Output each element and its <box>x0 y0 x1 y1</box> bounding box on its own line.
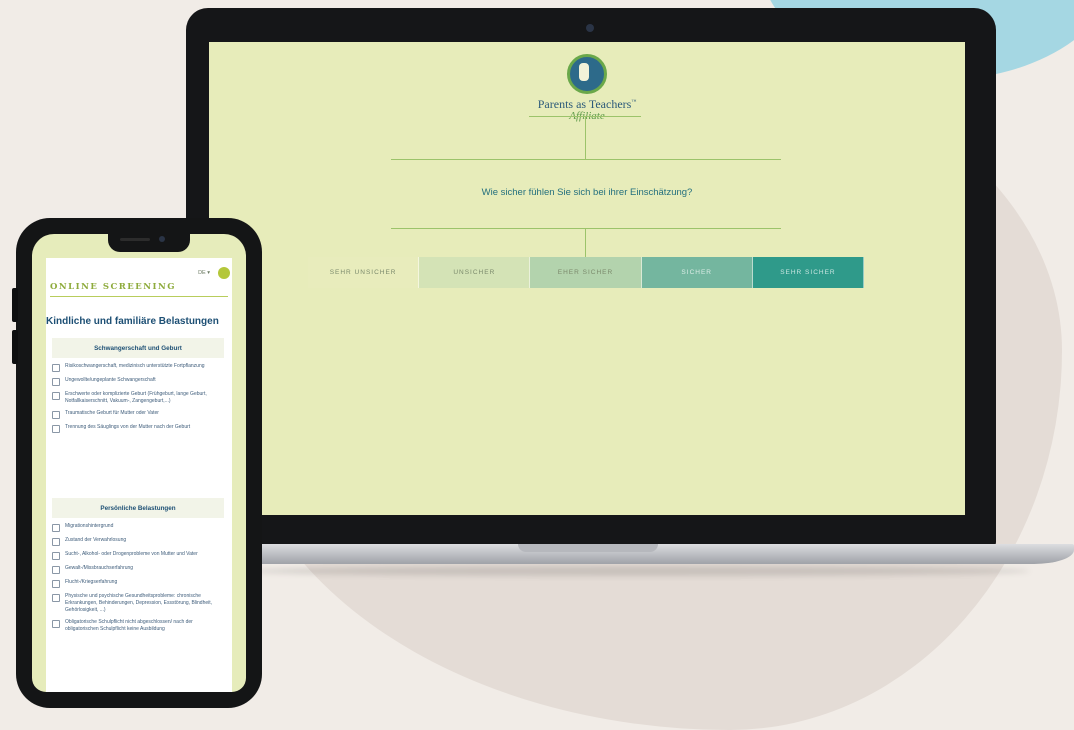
checklist-item-label: Sucht-, Alkohol- oder Drogenprobleme von… <box>65 551 198 557</box>
checklist-item-label: Zustand der Verwahrlosung <box>65 537 127 543</box>
checkbox[interactable] <box>52 538 60 546</box>
checklist-item[interactable]: Ungewollte/ungeplante Schwangerschaft <box>52 377 224 386</box>
menu-toggle-icon[interactable] <box>218 267 230 279</box>
checklist-item-label: Trennung des Säuglings von der Mutter na… <box>65 424 191 430</box>
checkbox[interactable] <box>52 594 60 602</box>
scale-option-sehr-sicher[interactable]: SEHR SICHER <box>752 257 865 288</box>
checklist-item[interactable]: Trennung des Säuglings von der Mutter na… <box>52 424 224 433</box>
title-divider <box>50 296 228 297</box>
checklist-item[interactable]: Obligatorische Schulpflicht nicht abgesc… <box>52 619 224 633</box>
checklist-item-label: Traumatische Geburt für Mutter oder Vate… <box>65 410 159 416</box>
phone-notch <box>108 234 190 252</box>
section-personal-burdens: Persönliche Belastungen Migrationshinter… <box>52 498 224 633</box>
divider-top <box>391 159 781 160</box>
confidence-scale: SEHR UNSICHER UNSICHER EHER SICHER SICHE… <box>308 257 865 288</box>
connector-line-bottom <box>585 228 586 258</box>
phone-screen: DE ▾ ONLINE SCREENING Kindliche und fami… <box>32 234 246 692</box>
laptop-screen: Parents as Teachers™ Affiliate Wie siche… <box>209 42 965 515</box>
checklist-item[interactable]: Risikoschwangerschaft, medizinisch unter… <box>52 363 224 372</box>
checklist-item-label: Flucht-/Kriegserfahrung <box>65 579 118 585</box>
checkbox[interactable] <box>52 364 60 372</box>
laptop-camera <box>586 24 594 32</box>
checklist-item[interactable]: Erschwerte oder komplizierte Geburt (Frü… <box>52 391 224 405</box>
checklist-item-label: Migrationshintergrund <box>65 523 114 529</box>
checklist-item-label: Erschwerte oder komplizierte Geburt (Frü… <box>65 391 207 404</box>
scale-option-sicher[interactable]: SICHER <box>641 257 753 288</box>
scale-option-sehr-unsicher[interactable]: SEHR UNSICHER <box>308 257 420 288</box>
checklist-item[interactable]: Zustand der Verwahrlosung <box>52 537 224 546</box>
checkbox[interactable] <box>52 566 60 574</box>
checkbox[interactable] <box>52 524 60 532</box>
checkbox[interactable] <box>52 411 60 419</box>
checklist-item-label: Gewalt-/Missbrauchserfahrung <box>65 565 134 571</box>
checklist-item-label: Obligatorische Schulpflicht nicht abgesc… <box>65 619 193 632</box>
phone-speaker <box>120 238 150 241</box>
checkbox[interactable] <box>52 552 60 560</box>
phone-camera <box>159 236 165 242</box>
language-selector[interactable]: DE ▾ <box>198 270 210 276</box>
scale-option-eher-sicher[interactable]: EHER SICHER <box>530 257 642 288</box>
screening-title: ONLINE SCREENING <box>50 282 177 292</box>
confidence-question: Wie sicher fühlen Sie sich bei ihrer Ein… <box>481 187 693 198</box>
logo-text: Parents as Teachers <box>537 97 632 111</box>
section-pregnancy-birth: Schwangerschaft und Geburt Risikoschwang… <box>52 338 224 433</box>
checklist-item-label: Physische und psychische Gesundheitsprob… <box>65 593 213 613</box>
checklist-item-label: Ungewollte/ungeplante Schwangerschaft <box>65 377 156 383</box>
checklist-item-label: Risikoschwangerschaft, medizinisch unter… <box>65 363 205 369</box>
checklist-item[interactable]: Traumatische Geburt für Mutter oder Vate… <box>52 410 224 419</box>
checklist-item[interactable]: Physische und psychische Gesundheitsprob… <box>52 593 224 614</box>
checklist-item[interactable]: Migrationshintergrund <box>52 523 224 532</box>
checklist-item[interactable]: Flucht-/Kriegserfahrung <box>52 579 224 588</box>
section-heading: Persönliche Belastungen <box>52 498 224 518</box>
connector-line-top <box>585 116 586 160</box>
phone-volume-up-button <box>12 288 18 322</box>
logo-emblem-icon <box>567 54 607 94</box>
checkbox[interactable] <box>52 620 60 628</box>
scale-option-unsicher[interactable]: UNSICHER <box>419 257 531 288</box>
laptop-notch <box>518 544 658 552</box>
laptop-shadow <box>250 566 1030 576</box>
checkbox[interactable] <box>52 378 60 386</box>
checkbox[interactable] <box>52 580 60 588</box>
screening-form: DE ▾ ONLINE SCREENING Kindliche und fami… <box>46 258 232 692</box>
page-heading: Kindliche und familiäre Belastungen <box>46 316 219 327</box>
checklist-item[interactable]: Sucht-, Alkohol- oder Drogenprobleme von… <box>52 551 224 560</box>
section-heading: Schwangerschaft und Geburt <box>52 338 224 358</box>
parents-as-teachers-logo: Parents as Teachers™ Affiliate <box>530 54 644 134</box>
checkbox[interactable] <box>52 392 60 400</box>
logo-trademark: ™ <box>631 100 637 105</box>
divider-bottom <box>391 228 781 229</box>
phone-volume-down-button <box>12 330 18 364</box>
checkbox[interactable] <box>52 425 60 433</box>
checklist-item[interactable]: Gewalt-/Missbrauchserfahrung <box>52 565 224 574</box>
